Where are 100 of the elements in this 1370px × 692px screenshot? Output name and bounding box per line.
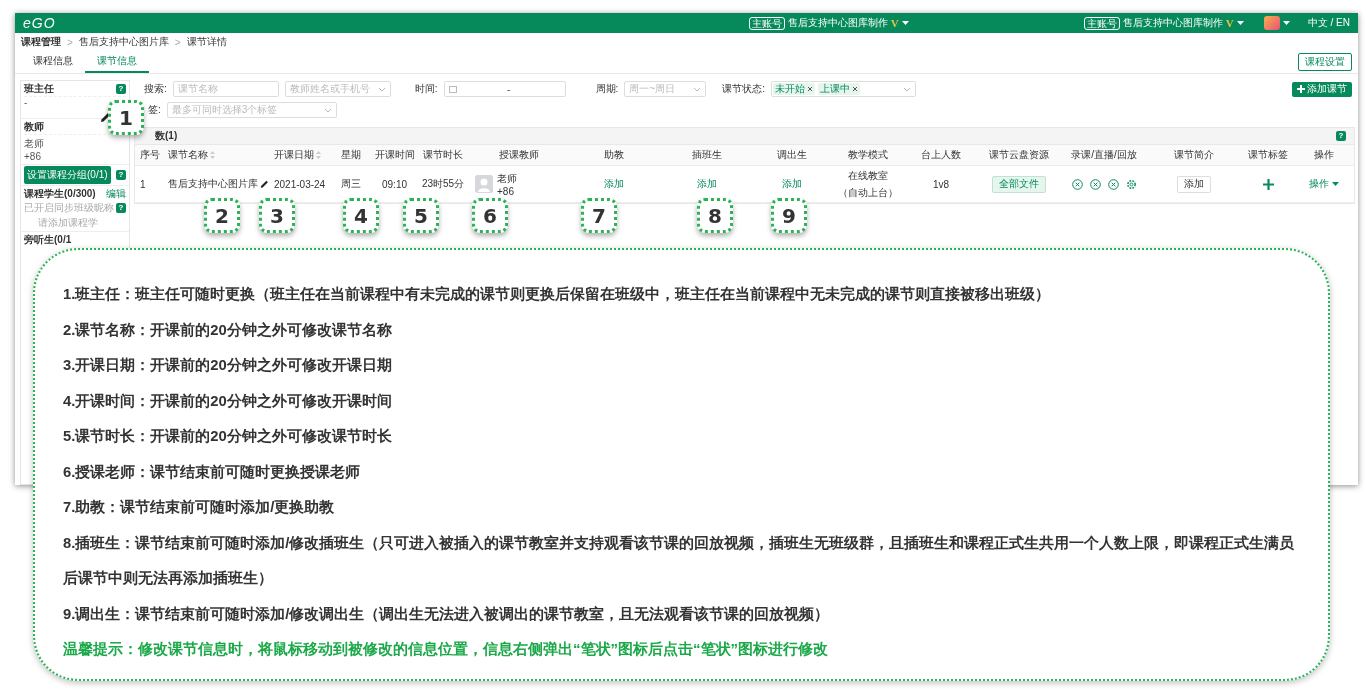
head-teacher-value: - — [24, 97, 28, 108]
help-icon[interactable]: ? — [116, 84, 126, 94]
tab[interactable]: 课程信息 — [21, 51, 85, 73]
column-header: 星期 — [340, 148, 361, 162]
column-header: 课节标签 — [1248, 148, 1288, 162]
table-cell: （自动上台） — [838, 185, 898, 200]
note-text: 9.调出生：课节结束前可随时添加/修改调出生（调出生无法进入被调出的课节教室，且无法观看该节课的回放视频） — [63, 604, 831, 624]
caret-icon — [1331, 182, 1339, 186]
status-tag: 未开始 — [773, 83, 816, 95]
breadcrumb-separator: > — [174, 36, 181, 48]
column-header: 开课时间 — [374, 148, 415, 162]
teacher-phone: +86 — [497, 185, 515, 197]
table-cell: 周三 — [340, 177, 361, 191]
column-header: 授课教师 — [499, 148, 539, 162]
callout-number: 2 — [204, 198, 240, 233]
account-name[interactable]: 售后支持中心图库制作 — [1122, 16, 1223, 30]
close-circle-icon[interactable] — [1089, 178, 1101, 190]
table-title: 数(1) — [155, 129, 178, 143]
column-header: 课节时长 — [423, 148, 463, 162]
column-header: 课节名称 — [168, 148, 208, 162]
help-icon[interactable]: ? — [116, 170, 126, 180]
edit-link[interactable]: 编辑 — [106, 187, 126, 201]
close-circle-icon[interactable] — [1107, 178, 1119, 190]
column-header: 插班生 — [691, 148, 722, 162]
teacher-name: 老师 — [497, 171, 517, 186]
table-cell: 在线教室 — [848, 168, 888, 183]
table-cell: 2021-03-24 — [274, 178, 326, 190]
date-range-field[interactable]: - — [443, 81, 566, 97]
breadcrumb-item[interactable]: 课程管理 — [21, 35, 61, 49]
close-icon[interactable] — [807, 86, 814, 92]
column-header: 教学模式 — [848, 148, 888, 162]
column-header: 开课日期 — [274, 148, 314, 162]
close-icon[interactable] — [852, 86, 859, 92]
table-cell: 1v8 — [932, 178, 950, 190]
all-files-button[interactable]: 全部文件 — [992, 175, 1046, 193]
section-title: 旁听生(0/1 — [24, 233, 72, 247]
caret-icon — [1282, 21, 1290, 25]
vip-mark: V — [890, 17, 899, 29]
account-badge: 主账号 — [748, 16, 785, 30]
course-settings-button[interactable]: 课程设置 — [1298, 53, 1352, 71]
logo[interactable]: eGO — [23, 15, 56, 31]
add-lesson-button[interactable]: 添加课节 — [1292, 81, 1352, 97]
section-title: 课程学生(0/300) — [24, 187, 96, 201]
section-title: 班主任 — [24, 82, 54, 96]
note-text: 3.开课日期：开课前的20分钟之外可修改开课日期 — [63, 356, 393, 375]
add-link[interactable]: 添加 — [696, 177, 717, 191]
tip-text: 温馨提示：修改课节信息时，将鼠标移动到被修改的信息位置，信息右侧弹出“笔状”图标后点击“笔状”图标进行修改 — [63, 639, 829, 659]
calendar-icon — [448, 85, 457, 93]
course-group-button[interactable]: 设置课程分组(0/1) — [24, 166, 111, 184]
table-cell: 售后支持中心图片库 — [168, 177, 258, 191]
empty-hint: 请添加课程学 — [38, 217, 98, 228]
column-header: 录课/直播/回放 — [1071, 148, 1137, 162]
breadcrumb-separator: > — [67, 36, 73, 48]
note-text: 5.课节时长：开课前的20分钟之外可修改课节时长 — [63, 427, 393, 446]
actions-menu[interactable]: 操作 — [1308, 177, 1339, 191]
callout-number: 7 — [581, 198, 617, 233]
callout-number: 3 — [259, 198, 295, 233]
sync-label: 已开启同步班级昵称 — [24, 201, 114, 215]
avatar-icon — [475, 175, 493, 193]
table-cell: 09:10 — [382, 178, 407, 190]
language-link[interactable]: 中文 / EN — [1307, 16, 1350, 30]
chevron-down-icon — [323, 107, 332, 113]
tab[interactable]: 课节信息 — [85, 51, 149, 73]
close-circle-icon[interactable] — [1071, 178, 1083, 190]
breadcrumb-item[interactable]: 售后支持中心图片库 — [78, 35, 169, 49]
callout-number: 8 — [697, 198, 733, 233]
callout-number: 5 — [403, 198, 439, 233]
note-text: 2.课节名称：开课前的20分钟之外可修改课节名称 — [63, 320, 393, 340]
callout-number: 1 — [108, 100, 144, 135]
help-icon[interactable]: ? — [116, 203, 126, 213]
account-badge: 主账号 — [1083, 16, 1120, 30]
status-label: 课节状态: — [722, 82, 766, 96]
callout-number: 4 — [343, 198, 379, 233]
column-header: 调出生 — [777, 148, 807, 162]
search-label: 搜索: — [144, 82, 167, 96]
caret-icon — [1236, 21, 1244, 25]
account-name[interactable]: 售后支持中心图库制作 — [787, 16, 888, 30]
tag-label: 签: — [148, 103, 161, 117]
section-title: 教师 — [24, 120, 44, 134]
column-header: 课节云盘资源 — [989, 148, 1049, 162]
breadcrumb-item[interactable]: 课节详情 — [186, 35, 227, 49]
chevron-down-icon — [693, 86, 702, 92]
teacher-name: 老师 — [24, 137, 45, 151]
note-text: 1.班主任：班主任可随时更换（班主任在当前课程中有未完成的课节则更换后保留在班级中，班主任在当前课程中无未完成的课节则直接被移出班级） — [63, 285, 1052, 304]
note-text: 6.授课老师：课节结束前可随时更换授课老师 — [63, 462, 362, 482]
column-header: 课节简介 — [1173, 148, 1214, 162]
teacher-phone: +86 — [24, 151, 42, 162]
status-tag: 上课中 — [818, 83, 861, 95]
add-link[interactable]: 添加 — [604, 177, 624, 191]
plus-icon[interactable] — [1262, 178, 1274, 190]
note-text: 7.助教：课节结束前可随时添加/更换助教 — [63, 498, 336, 517]
callout-number: 9 — [771, 198, 807, 233]
status-select[interactable]: 未开始 上课中 — [771, 81, 917, 97]
help-icon[interactable]: ? — [1336, 131, 1346, 141]
column-header: 序号 — [140, 148, 160, 162]
note-text: 4.开课时间：开课前的20分钟之外可修改开课时间 — [63, 391, 393, 411]
pencil-icon[interactable] — [260, 178, 269, 190]
add-intro-button[interactable]: 添加 — [1176, 175, 1211, 193]
callout-number: 6 — [472, 198, 508, 233]
add-link[interactable]: 添加 — [782, 177, 802, 191]
